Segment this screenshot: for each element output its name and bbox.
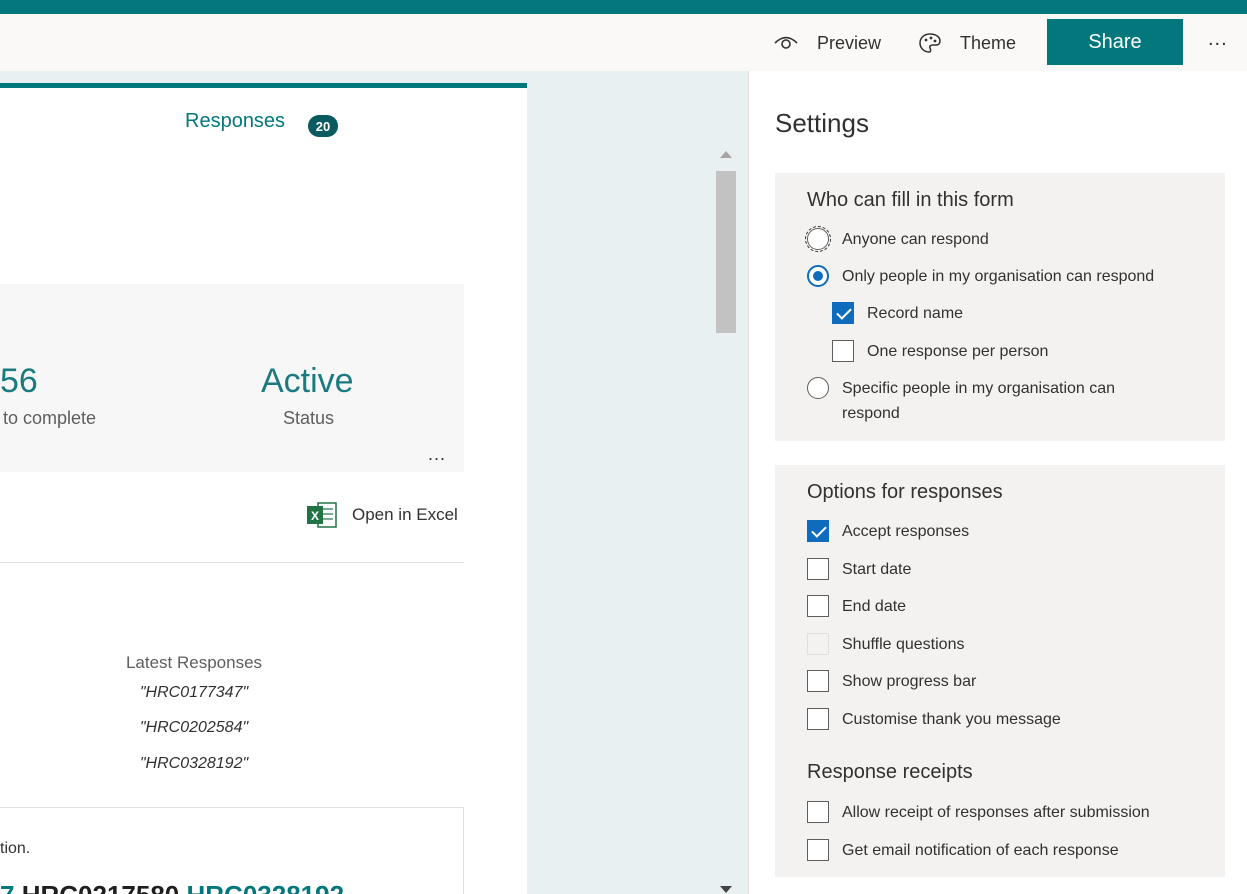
checkbox-one-response-per-person[interactable]: One response per person bbox=[832, 339, 1048, 364]
checkbox[interactable] bbox=[807, 520, 829, 542]
svg-text:X: X bbox=[311, 509, 319, 523]
vertical-scrollbar[interactable] bbox=[715, 151, 737, 894]
option-label: Only people in my organisation can respo… bbox=[842, 268, 1155, 285]
option-label: Start date bbox=[842, 561, 912, 578]
theme-label: Theme bbox=[960, 32, 1017, 53]
divider bbox=[0, 562, 464, 563]
checkbox-show-progress-bar[interactable]: Show progress bar bbox=[807, 669, 976, 694]
checkbox[interactable] bbox=[807, 670, 829, 692]
checkbox[interactable] bbox=[807, 839, 829, 861]
checkbox-accept-responses[interactable]: Accept responses bbox=[807, 519, 969, 544]
latest-response-item: "HRC0177347" bbox=[139, 684, 249, 701]
checkbox[interactable] bbox=[807, 708, 829, 730]
option-label: Specific people in my organisation can r… bbox=[842, 380, 1116, 422]
option-label: Shuffle questions bbox=[842, 636, 965, 653]
response-options-group: Options for responses Accept responses S… bbox=[775, 465, 1225, 877]
checkbox[interactable] bbox=[807, 801, 829, 823]
stat-value-time: 56 bbox=[0, 362, 38, 400]
stat-label-time: to complete bbox=[3, 408, 97, 428]
who-can-fill-group: Who can fill in this form Anyone can res… bbox=[775, 173, 1225, 441]
stat-value-status: Active bbox=[261, 362, 354, 400]
response-options-title: Options for responses bbox=[807, 481, 1003, 503]
checkbox[interactable] bbox=[807, 595, 829, 617]
option-label: Record name bbox=[867, 305, 964, 322]
preview-button[interactable]: Preview bbox=[773, 28, 881, 58]
option-label: One response per person bbox=[867, 343, 1049, 360]
latest-responses-title: Latest Responses bbox=[125, 653, 263, 672]
open-in-excel-label: Open in Excel bbox=[352, 505, 458, 524]
checkbox[interactable] bbox=[832, 340, 854, 362]
option-label: Accept responses bbox=[842, 523, 970, 540]
response-count-badge: 20 bbox=[308, 115, 338, 137]
option-label: Get email notification of each response bbox=[842, 842, 1119, 859]
palette-icon bbox=[919, 33, 941, 53]
radio-button[interactable] bbox=[807, 265, 829, 287]
option-label: Anyone can respond bbox=[842, 231, 989, 248]
checkbox-start-date[interactable]: Start date bbox=[807, 557, 911, 582]
checkbox-customise-thank-you[interactable]: Customise thank you message bbox=[807, 707, 1061, 732]
radio-button[interactable] bbox=[805, 226, 831, 252]
who-can-fill-title: Who can fill in this form bbox=[807, 189, 1014, 211]
response-id-word: 7 bbox=[0, 880, 14, 894]
app-header-bar bbox=[0, 0, 1247, 14]
tab-responses[interactable]: Responses bbox=[185, 110, 285, 133]
stat-label-status: Status bbox=[283, 408, 335, 428]
open-in-excel-button[interactable]: X Open in Excel bbox=[306, 500, 458, 530]
radio-button[interactable] bbox=[807, 377, 829, 399]
option-label: Show progress bar bbox=[842, 673, 977, 690]
radio-specific-people[interactable]: Specific people in my organisation can r… bbox=[807, 376, 1147, 426]
response-id-word: HRC0217580 bbox=[22, 880, 180, 894]
question-text: tion. bbox=[0, 840, 31, 857]
checkbox-allow-receipt[interactable]: Allow receipt of responses after submiss… bbox=[807, 800, 1150, 825]
theme-button[interactable]: Theme bbox=[918, 28, 1016, 58]
more-options-button[interactable]: ... bbox=[1208, 28, 1228, 51]
response-id-cloud: 7 HRC0217580 HRC0328192 bbox=[0, 880, 344, 894]
scroll-thumb[interactable] bbox=[716, 171, 736, 333]
response-receipts-title: Response receipts bbox=[807, 761, 973, 783]
toolbar: Preview Theme Share ... bbox=[0, 14, 1247, 71]
option-label: Customise thank you message bbox=[842, 711, 1061, 728]
excel-icon: X bbox=[307, 502, 337, 528]
question-summary-box: tion. 7 HRC0217580 HRC0328192 bbox=[0, 807, 464, 894]
option-label: End date bbox=[842, 598, 907, 615]
response-id-word: HRC0328192 bbox=[187, 880, 345, 894]
checkbox-end-date[interactable]: End date bbox=[807, 594, 906, 619]
latest-response-item: "HRC0202584" bbox=[139, 719, 249, 736]
scroll-down-arrow-icon[interactable] bbox=[720, 886, 732, 893]
responses-card: Responses 20 56 to complete Active Statu… bbox=[0, 83, 527, 894]
stats-more-button[interactable]: ... bbox=[428, 444, 446, 465]
latest-response-item: "HRC0328192" bbox=[139, 755, 249, 772]
radio-organisation-only[interactable]: Only people in my organisation can respo… bbox=[807, 264, 1154, 289]
checkbox[interactable] bbox=[807, 558, 829, 580]
checkbox bbox=[807, 633, 829, 655]
share-button[interactable]: Share bbox=[1047, 19, 1183, 65]
eye-icon bbox=[774, 36, 798, 49]
form-canvas: Responses 20 56 to complete Active Statu… bbox=[0, 71, 748, 894]
option-label: Allow receipt of responses after submiss… bbox=[842, 804, 1150, 821]
checkbox-email-notification[interactable]: Get email notification of each response bbox=[807, 838, 1119, 863]
scroll-up-arrow-icon[interactable] bbox=[720, 151, 732, 158]
checkbox[interactable] bbox=[832, 302, 854, 324]
preview-label: Preview bbox=[817, 32, 882, 53]
radio-anyone-can-respond[interactable]: Anyone can respond bbox=[805, 226, 989, 252]
settings-title: Settings bbox=[775, 108, 869, 138]
summary-stats: 56 to complete Active Status ... bbox=[0, 284, 464, 472]
settings-panel: Settings Who can fill in this form Anyon… bbox=[748, 71, 1247, 894]
checkbox-record-name[interactable]: Record name bbox=[832, 301, 963, 326]
checkbox-shuffle-questions[interactable]: Shuffle questions bbox=[807, 632, 964, 657]
